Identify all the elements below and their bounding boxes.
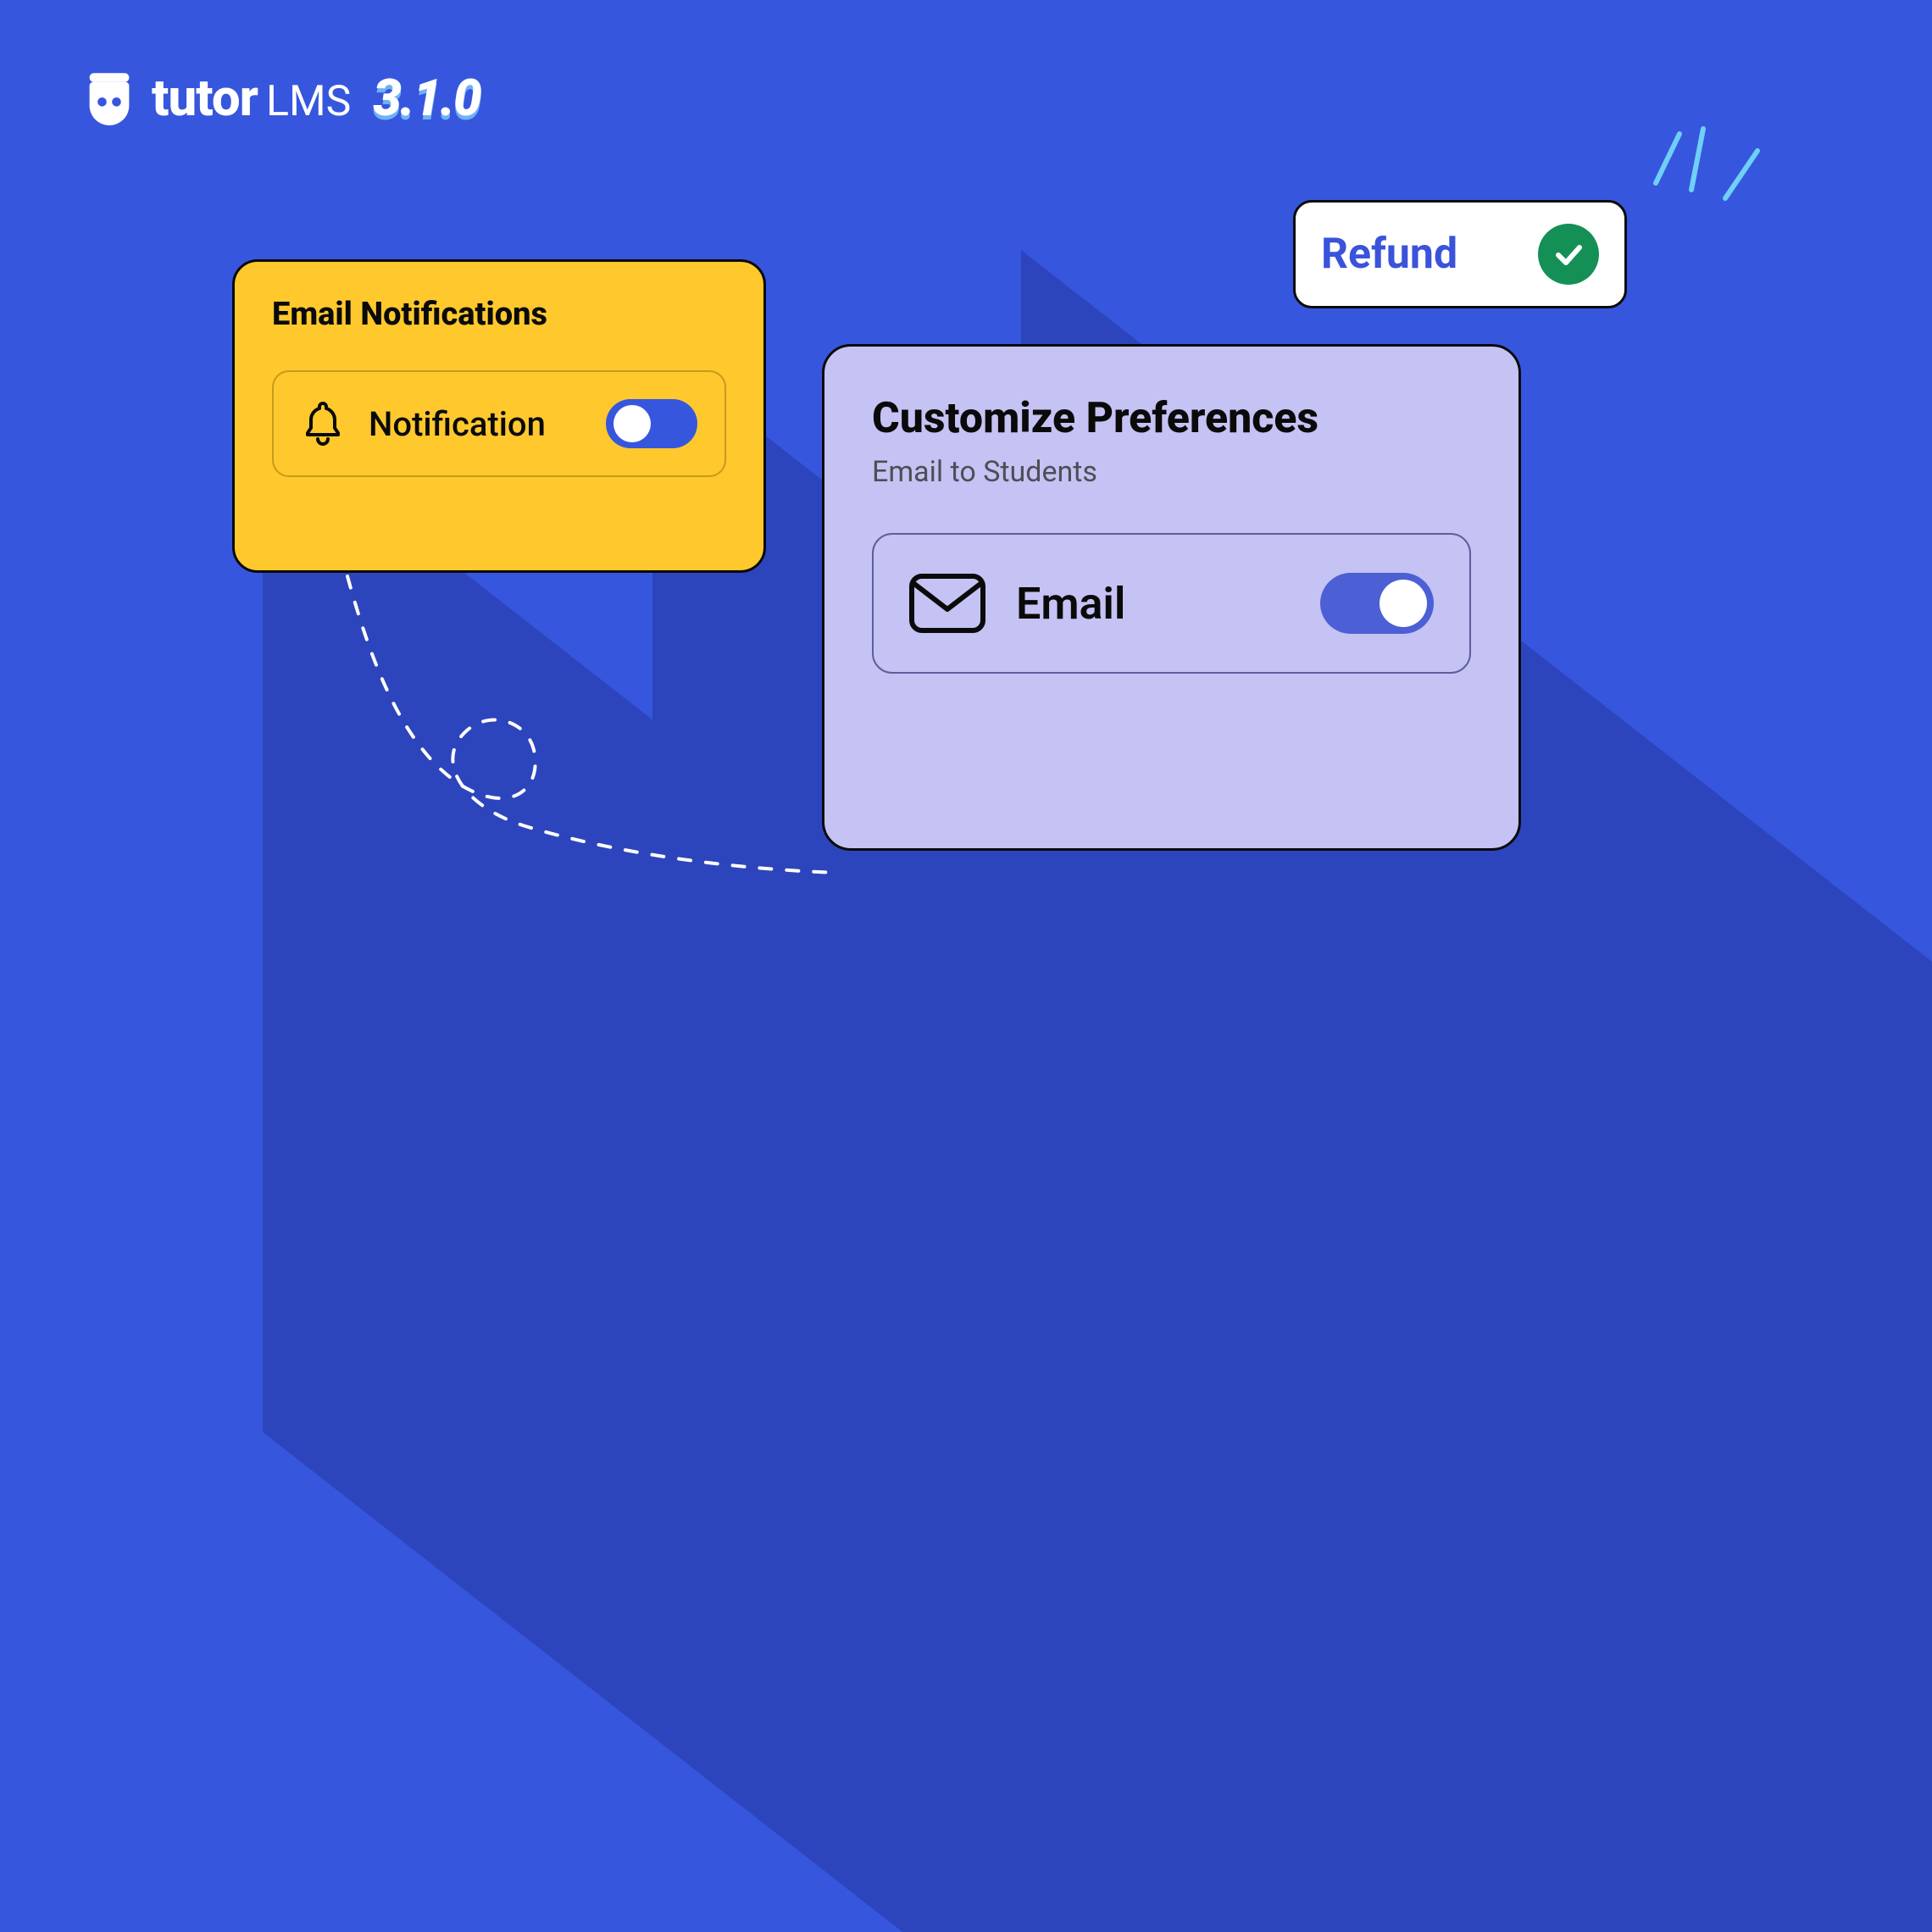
- notification-toggle[interactable]: [606, 399, 697, 448]
- brand-logo: tutor LMS 3.1.0: [80, 68, 480, 128]
- email-toggle[interactable]: [1320, 573, 1434, 634]
- notification-toggle-row[interactable]: Notification: [272, 370, 726, 477]
- dashed-line-decoration: [322, 568, 864, 974]
- notification-toggle-label: Notification: [369, 404, 582, 444]
- email-notifications-card: Email Notifications Notification: [232, 259, 766, 573]
- prefs-title: Customize Preferences: [872, 394, 1471, 443]
- refund-status-card: Refund: [1293, 200, 1627, 308]
- spark-icon: [1637, 117, 1764, 219]
- envelope-icon: [909, 574, 985, 633]
- tutor-logo-icon: [80, 69, 138, 127]
- customize-preferences-card: Customize Preferences Email to Students …: [822, 344, 1521, 851]
- email-toggle-label: Email: [1016, 578, 1290, 630]
- check-circle-icon: [1538, 224, 1599, 285]
- email-toggle-row[interactable]: Email: [872, 533, 1471, 674]
- notify-title: Email Notifications: [272, 296, 726, 333]
- prefs-subtitle: Email to Students: [872, 455, 1471, 489]
- refund-label: Refund: [1321, 230, 1504, 279]
- toggle-knob: [1380, 580, 1427, 627]
- brand-version: 3.1.0: [373, 68, 480, 128]
- bell-icon: [301, 400, 345, 447]
- brand-suffix: LMS: [266, 77, 351, 126]
- toggle-knob: [613, 405, 651, 442]
- brand-name: tutor: [152, 68, 258, 128]
